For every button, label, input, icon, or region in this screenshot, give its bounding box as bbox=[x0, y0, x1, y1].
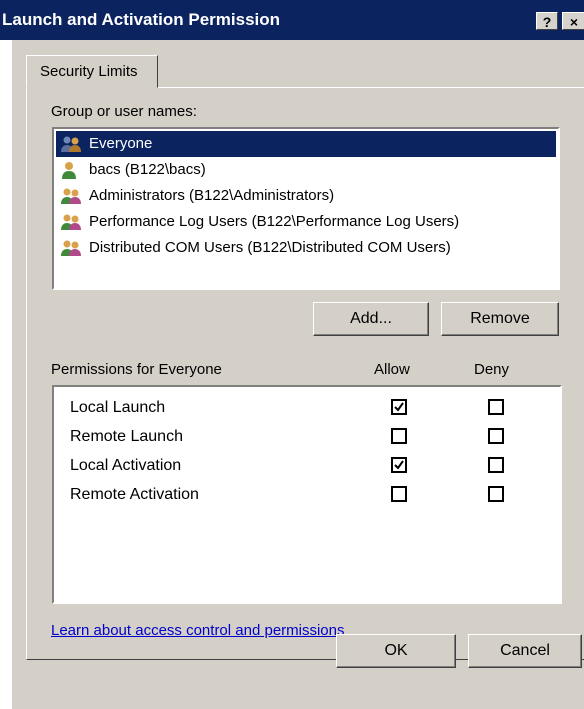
group-names-label: Group or user names: bbox=[51, 103, 197, 120]
user-name: Performance Log Users (B122\Performance … bbox=[89, 213, 460, 230]
learn-more-link[interactable]: Learn about access control and permissio… bbox=[51, 622, 345, 639]
permission-row: Remote Activation bbox=[54, 482, 554, 508]
window-title: Launch and Activation Permission bbox=[2, 10, 281, 29]
ok-button[interactable]: OK bbox=[336, 634, 456, 668]
user-list[interactable]: Everyone bacs (B122\bacs) Administrators… bbox=[52, 127, 560, 290]
list-item[interactable]: Distributed COM Users (B122\Distributed … bbox=[56, 235, 556, 261]
user-name: Distributed COM Users (B122\Distributed … bbox=[89, 239, 451, 256]
checkmark-icon bbox=[394, 460, 404, 470]
deny-header: Deny bbox=[474, 361, 510, 378]
user-icon bbox=[62, 162, 76, 179]
permission-row: Local Launch bbox=[54, 395, 554, 421]
list-item[interactable]: Everyone bbox=[56, 131, 556, 157]
group-icon bbox=[61, 214, 81, 230]
list-item[interactable]: Performance Log Users (B122\Performance … bbox=[56, 209, 556, 235]
title-bar[interactable]: Launch and Activation Permission ? × bbox=[0, 0, 584, 40]
permission-name: Remote Launch bbox=[70, 428, 183, 445]
add-button[interactable]: Add... bbox=[313, 302, 429, 336]
permission-dialog: Launch and Activation Permission ? × Sec… bbox=[0, 0, 584, 709]
permission-name: Remote Activation bbox=[70, 486, 199, 503]
permission-row: Remote Launch bbox=[54, 424, 554, 450]
checkmark-icon bbox=[394, 402, 404, 412]
allow-checkbox[interactable] bbox=[391, 486, 407, 502]
group-icon bbox=[61, 240, 81, 256]
group-icon bbox=[61, 188, 81, 204]
deny-checkbox[interactable] bbox=[488, 428, 504, 444]
permission-row: Local Activation bbox=[54, 453, 554, 479]
user-name: bacs (B122\bacs) bbox=[89, 161, 206, 178]
tab-security-limits[interactable]: Security Limits bbox=[26, 55, 158, 88]
allow-checkbox[interactable] bbox=[391, 399, 407, 415]
allow-checkbox[interactable] bbox=[391, 428, 407, 444]
group-icon bbox=[61, 136, 81, 152]
cancel-button[interactable]: Cancel bbox=[468, 634, 582, 668]
user-name: Administrators (B122\Administrators) bbox=[89, 187, 335, 204]
user-name: Everyone bbox=[89, 135, 153, 152]
tab-label: Security Limits bbox=[40, 63, 138, 80]
list-item[interactable]: Administrators (B122\Administrators) bbox=[56, 183, 556, 209]
deny-checkbox[interactable] bbox=[488, 486, 504, 502]
permission-name: Local Activation bbox=[70, 457, 182, 474]
deny-checkbox[interactable] bbox=[488, 457, 504, 473]
allow-checkbox[interactable] bbox=[391, 457, 407, 473]
remove-button[interactable]: Remove bbox=[441, 302, 559, 336]
permissions-header: Permissions for Everyone bbox=[51, 361, 222, 378]
close-button[interactable]: × bbox=[562, 12, 584, 30]
list-item[interactable]: bacs (B122\bacs) bbox=[56, 157, 556, 183]
help-button[interactable]: ? bbox=[536, 12, 558, 30]
deny-checkbox[interactable] bbox=[488, 399, 504, 415]
allow-header: Allow bbox=[374, 361, 410, 378]
permission-name: Local Launch bbox=[70, 399, 166, 416]
permissions-list: Local Launch Remote Launch Local Activat… bbox=[52, 385, 562, 604]
